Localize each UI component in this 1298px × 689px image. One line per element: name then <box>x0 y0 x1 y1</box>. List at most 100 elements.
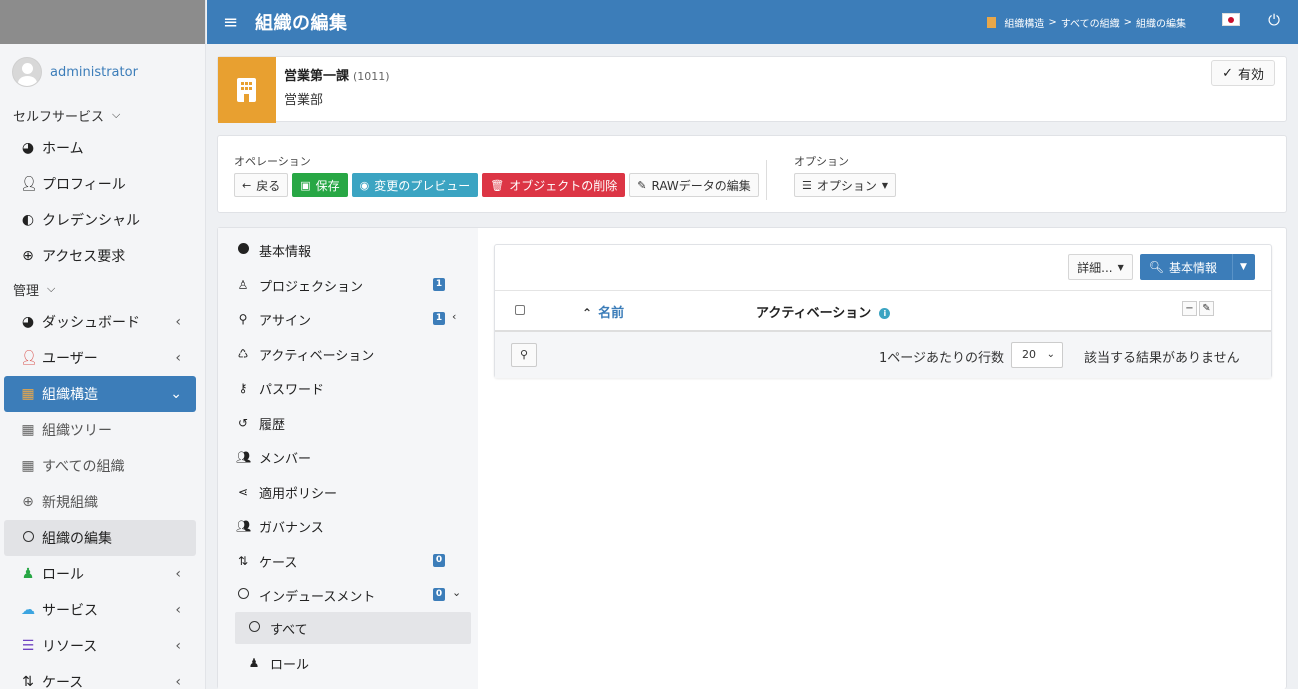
sidebar-item-label: 組織の編集 <box>42 531 112 547</box>
status-badge[interactable]: ✓ 有効 <box>1211 60 1275 86</box>
sidebar-item-label: ケース <box>42 675 84 689</box>
delete-object-button[interactable]: 🗑︎ オブジェクトの削除 <box>482 173 626 197</box>
building-icon: ▦ <box>21 422 35 438</box>
caret-down-icon[interactable]: ▼ <box>1232 254 1254 280</box>
status-label: 有効 <box>1237 67 1264 83</box>
tab-label: 履歴 <box>259 417 286 433</box>
options-label: オプション <box>794 155 849 168</box>
sidebar-item-services[interactable]: ☁ サービス ‹ <box>0 592 205 628</box>
tab-password[interactable]: ⚷ パスワード <box>218 371 478 405</box>
sidebar-item-resources[interactable]: ☰ リソース ‹ <box>0 628 205 664</box>
hamburger-menu-icon[interactable]: ≡ <box>223 12 243 33</box>
tab-projection[interactable]: ♙ プロジェクション 1 <box>218 268 478 302</box>
key-icon: ⚷ <box>238 381 248 395</box>
tab-label: パスワード <box>259 382 325 398</box>
chevron-left-icon: ‹ <box>175 566 181 582</box>
tab-inducements[interactable]: インデュースメント 0 ⌄ <box>218 578 478 612</box>
case-icon: ⇅ <box>237 554 249 568</box>
remove-icon[interactable]: − <box>1182 301 1197 316</box>
save-button[interactable]: ▣ 保存 <box>292 173 348 197</box>
tab-inducements-roles[interactable]: ♟ ロール <box>235 646 471 680</box>
tab-inducements-all[interactable]: すべて <box>235 612 471 644</box>
breadcrumb: 組織構造 > すべての組織 > 組織の編集 <box>987 15 1186 30</box>
breadcrumb-item-all-orgs[interactable]: すべての組織 <box>1061 15 1120 30</box>
user-name[interactable]: administrator <box>50 65 138 80</box>
preview-label: 変更のプレビュー <box>374 178 471 193</box>
tab-applied-policies[interactable]: ⋖ 適用ポリシー <box>218 475 478 509</box>
inducements-table: 詳細... ▼ 🔍︎ 基本情報 ▼ ⌃ 名前 アクティベーション i − ✎ ⚲ 1… <box>494 244 1272 378</box>
save-icon: ▣ <box>300 178 311 192</box>
sidebar-item-all-orgs[interactable]: ▦ すべての組織 <box>0 448 205 484</box>
tab-assignments[interactable]: ⚲ アサイン 1 ‹ <box>218 302 478 336</box>
japan-flag-icon[interactable] <box>1222 13 1240 26</box>
chevron-down-icon: ⌵ <box>47 282 56 295</box>
breadcrumb-separator: > <box>1048 16 1057 28</box>
sidebar-item-new-org[interactable]: ⊕ 新規組織 <box>0 484 205 520</box>
tab-label: ロール <box>270 657 310 673</box>
building-icon: ▦ <box>21 458 35 474</box>
tab-history[interactable]: ↺ 履歴 <box>218 406 478 440</box>
back-button[interactable]: ← 戻る <box>234 173 289 197</box>
edit-icon[interactable]: ✎ <box>1199 301 1214 316</box>
brand-logo-area[interactable] <box>0 0 205 44</box>
arrow-left-icon: ← <box>242 178 252 192</box>
count-badge: 0 <box>433 554 445 567</box>
preview-changes-button[interactable]: ◉ 変更のプレビュー <box>351 173 479 197</box>
sidebar-item-access-request[interactable]: ⊕ アクセス要求 <box>0 238 205 274</box>
sidebar-item-org-structure[interactable]: ▦ 組織構造 ⌄ <box>4 376 196 412</box>
column-header-activation: アクティベーション i <box>756 302 891 321</box>
options-dropdown-button[interactable]: ☰ オプション ▼ <box>794 173 897 197</box>
assign-icon: ⚲ <box>519 348 529 361</box>
detail-dropdown-button[interactable]: 詳細... ▼ <box>1068 254 1133 280</box>
chevron-left-icon[interactable]: ‹ <box>452 310 456 323</box>
rows-per-page-select[interactable]: 20 ⌄ <box>1011 342 1063 368</box>
chevron-down-icon[interactable]: ⌄ <box>452 586 461 599</box>
sidebar-item-credentials[interactable]: ◐ クレデンシャル <box>0 202 205 238</box>
sidebar-item-users[interactable]: 👤︎ ユーザー ‹ <box>0 340 205 376</box>
sidebar-item-org-tree[interactable]: ▦ 組織ツリー <box>0 412 205 448</box>
sidebar-item-label: 新規組織 <box>42 495 98 511</box>
search-button[interactable]: 🔍︎ 基本情報 ▼ <box>1139 254 1255 280</box>
detail-label: 詳細... <box>1077 260 1113 275</box>
sidebar-item-dashboard[interactable]: ◕ ダッシュボード ‹ <box>0 304 205 340</box>
sidebar-item-profile[interactable]: 👤︎ プロフィール <box>0 166 205 202</box>
menu-group-self-service[interactable]: セルフサービス ⌵ <box>0 100 205 130</box>
raw-label: RAWデータの編集 <box>651 178 751 193</box>
tab-menu: 基本情報 ♙ プロジェクション 1 ⚲ アサイン 1 ‹ ♺ アクティベーション… <box>218 228 478 689</box>
sidebar-item-label: ロール <box>42 567 84 583</box>
assign-button[interactable]: ⚲ <box>511 343 537 367</box>
chevron-left-icon: ‹ <box>175 638 181 654</box>
tab-label: ケース <box>259 555 298 571</box>
trash-icon: 🗑︎ <box>490 178 505 192</box>
select-all-checkbox[interactable] <box>515 305 525 315</box>
sidebar-item-roles[interactable]: ♟ ロール ‹ <box>0 556 205 592</box>
users-icon: 👥︎ <box>236 519 252 533</box>
list-icon: ☰ <box>802 178 812 192</box>
database-icon: ☰ <box>21 638 35 654</box>
edit-icon: ✎ <box>637 178 647 192</box>
circle-icon <box>20 530 36 546</box>
recycle-icon: ♺ <box>237 347 249 361</box>
divider <box>766 160 767 200</box>
table-footer: ⚲ 1ページあたりの行数 20 ⌄ 該当する結果がありません <box>495 332 1271 378</box>
chevron-down-icon: ⌄ <box>1046 349 1055 360</box>
info-icon[interactable]: i <box>879 308 891 319</box>
edit-raw-button[interactable]: ✎ RAWデータの編集 <box>629 173 759 197</box>
tab-members[interactable]: 👥︎ メンバー <box>218 440 478 474</box>
caret-down-icon: ▼ <box>881 180 889 190</box>
breadcrumb-item-org-structure[interactable]: 組織構造 <box>1004 15 1044 30</box>
menu-group-admin[interactable]: 管理 ⌵ <box>0 274 205 304</box>
chevron-left-icon: ‹ <box>175 314 181 330</box>
sidebar-item-cases[interactable]: ⇅ ケース ‹ <box>0 664 205 689</box>
column-header-name[interactable]: ⌃ 名前 <box>582 302 624 321</box>
power-icon[interactable]: ⏻ <box>1268 11 1280 29</box>
tab-cases[interactable]: ⇅ ケース 0 <box>218 544 478 578</box>
rows-per-page-label: 1ページあたりの行数 <box>879 351 1005 366</box>
sidebar-item-edit-org[interactable]: 組織の編集 <box>4 520 196 556</box>
sidebar-item-home[interactable]: ◕ ホーム <box>0 130 205 166</box>
sidebar-item-label: プロフィール <box>42 177 126 193</box>
tab-activation[interactable]: ♺ アクティベーション <box>218 337 478 371</box>
tab-basic[interactable]: 基本情報 <box>218 233 478 267</box>
tab-governance[interactable]: 👥︎ ガバナンス <box>218 509 478 543</box>
user-panel[interactable]: administrator <box>0 44 205 100</box>
